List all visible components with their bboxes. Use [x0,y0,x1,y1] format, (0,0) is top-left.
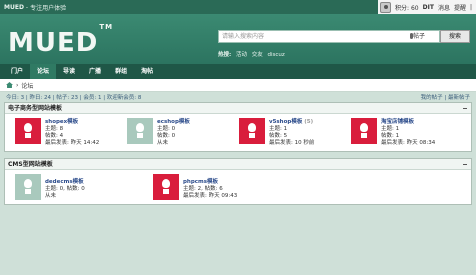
search-bar: 请输入搜索内容 帖子 搜索 [218,30,470,43]
nav-item-guide[interactable]: 导读 [56,64,82,79]
board-name[interactable]: dedecms模板 [45,179,85,186]
board-name[interactable]: shopex模板 [45,119,99,126]
breadcrumb-separator: › [16,81,19,89]
board-posts: 帖数: 6 [204,186,223,192]
my-posts-links[interactable]: 我的帖子 | 最新帖子 [421,93,470,101]
board-topics: 主题: 0 [45,186,64,192]
board-v5shop[interactable]: v5shop模板 (5) 主题: 1 帖数: 5 最后发表: 10 秒前 [239,118,351,147]
lightbulb-icon [153,174,179,200]
top-bar: MUED - 专注用户体验 积分: 60 DIT 消息 提醒 | [0,0,476,14]
board-topics: 主题: 8 [45,126,64,132]
search-input[interactable]: 请输入搜索内容 帖子 [218,30,440,43]
messages-link[interactable]: 消息 [438,3,450,12]
lightbulb-icon [351,118,377,144]
collapse-icon[interactable] [463,164,467,165]
nav-item-groups[interactable]: 群组 [108,64,134,79]
nav-item-broadcast[interactable]: 广播 [82,64,108,79]
lightbulb-icon [127,118,153,144]
board-topics: 主题: 1 [269,126,288,132]
hot-searches: 热搜: 活动 交友 discuz [218,50,288,58]
site-tagline: 专注用户体验 [30,4,67,12]
search-scope-select[interactable]: 帖子 [413,31,425,42]
username-link[interactable]: DIT [423,4,434,11]
board-badge: (5) [304,119,314,125]
search-placeholder: 请输入搜索内容 [222,33,265,40]
section-ecommerce: 电子商务型网站模板 shopex模板 主题: 8 帖数: 4 最后发表: 昨天 … [4,102,472,152]
board-last-post[interactable]: 最后发表: 昨天 14:42 [45,140,99,147]
board-posts: 帖数: 5 [269,133,288,139]
section-cms: CMS型网站模板 dedecms模板 主题: 0, 帖数: 0 从未 phpcm… [4,158,472,205]
forum-stats: 今日: 3 | 昨日: 24 | 帖子: 23 | 会员: 1 | 欢迎新会员:… [0,92,476,102]
reminders-link[interactable]: 提醒 [454,3,466,12]
search-button[interactable]: 搜索 [440,30,470,43]
board-topics: 主题: 2 [183,186,202,192]
hot-item[interactable]: 活动 [236,52,247,58]
collapse-icon[interactable] [463,108,467,109]
board-phpcms[interactable]: phpcms模板 主题: 2, 帖数: 6 最后发表: 昨天 09:43 [153,174,267,200]
board-name[interactable]: ecshop模板 [157,119,190,126]
board-topics: 主题: 0 [157,126,176,132]
site-separator: - [25,3,29,11]
board-posts: 帖数: 4 [45,133,64,139]
breadcrumb-current[interactable]: 论坛 [21,81,33,90]
board-last-post: 从未 [157,140,169,146]
stats-summary: 今日: 3 | 昨日: 24 | 帖子: 23 | 会员: 1 | 欢迎新会员:… [6,95,142,101]
board-last-post[interactable]: 最后发表: 昨天 08:34 [381,140,435,147]
main-nav: 门户 论坛 导读 广播 群组 淘帖 [0,64,476,79]
lightbulb-icon [15,118,41,144]
nav-item-forum[interactable]: 论坛 [30,64,57,79]
user-menu-separator: | [469,3,472,11]
board-shopex[interactable]: shopex模板 主题: 8 帖数: 4 最后发表: 昨天 14:42 [15,118,127,147]
section-title: CMS型网站模板 [5,159,471,170]
section-title: 电子商务型网站模板 [5,103,471,114]
breadcrumb: › 论坛 [0,79,476,92]
hot-label: 热搜: [218,52,232,58]
hot-item[interactable]: discuz [267,52,284,58]
user-menu: 积分: 60 DIT 消息 提醒 | [378,0,476,14]
board-name[interactable]: v5shop模板 (5) [269,119,314,126]
logo[interactable]: MUEDTM [8,23,113,58]
board-last-post[interactable]: 最后发表: 10 秒前 [269,140,314,147]
board-name[interactable]: phpcms模板 [183,179,237,186]
board-posts: 帖数: 1 [381,133,400,139]
lightbulb-icon [239,118,265,144]
points-label[interactable]: 积分: 60 [395,3,419,12]
avatar[interactable] [380,1,392,13]
board-last-post[interactable]: 最后发表: 昨天 09:43 [183,193,237,200]
board-ecshop[interactable]: ecshop模板 主题: 0 帖数: 0 从未 [127,118,239,147]
nav-item-portal[interactable]: 门户 [4,64,30,79]
board-dedecms[interactable]: dedecms模板 主题: 0, 帖数: 0 从未 [15,174,129,200]
home-icon[interactable] [6,82,13,88]
board-taobao[interactable]: 淘宝店铺模板 主题: 1 帖数: 1 最后发表: 昨天 08:34 [351,118,463,147]
board-posts: 帖数: 0 [66,186,85,192]
site-name[interactable]: MUED [4,4,24,11]
nav-item-collections[interactable]: 淘帖 [134,64,160,79]
lightbulb-icon [15,174,41,200]
logo-tm: TM [99,23,114,32]
board-name[interactable]: 淘宝店铺模板 [381,119,435,126]
header: MUEDTM 请输入搜索内容 帖子 搜索 热搜: 活动 交友 discuz [0,14,476,64]
board-last-post: 从未 [45,193,57,199]
board-posts: 帖数: 0 [157,133,176,139]
hot-item[interactable]: 交友 [252,52,263,58]
board-topics: 主题: 1 [381,126,400,132]
